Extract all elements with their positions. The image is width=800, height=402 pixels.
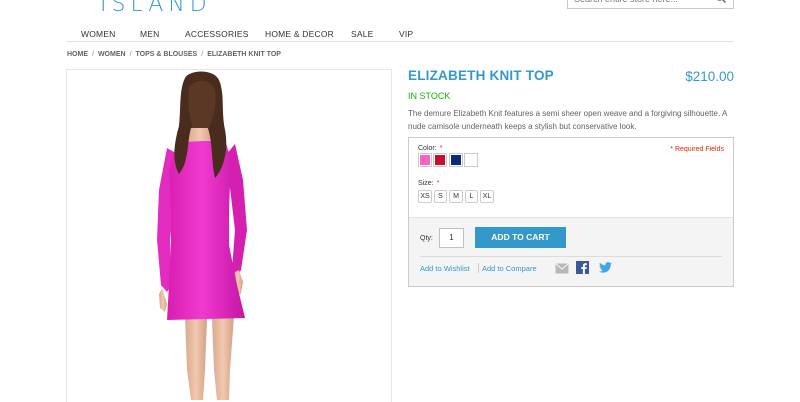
breadcrumb-women[interactable]: WOMEN [98,51,126,58]
store-logo[interactable]: ISLAND [100,0,212,17]
link-separator [478,263,479,273]
qty-label: Qty: [420,235,433,242]
size-xl[interactable]: XL [480,190,494,203]
search-box [567,0,734,9]
breadcrumb-home[interactable]: HOME [67,51,88,58]
size-m[interactable]: M [449,190,463,203]
product-options: Color: * * Required Fields Size: * XS S M … [408,137,734,287]
email-icon[interactable] [555,263,569,274]
main-nav: WOMEN MEN ACCESSORIES HOME & DECOR SALE … [66,25,734,42]
breadcrumb-separator: / [129,51,132,58]
size-xs[interactable]: XS [418,190,432,203]
color-label: Color: * [418,145,443,152]
product-description: The demure Elizabeth Knit features a sem… [408,109,727,131]
color-swatch-pink[interactable] [418,153,432,167]
breadcrumb-current: ELIZABETH KNIT TOP [207,51,281,58]
add-to-wishlist-link[interactable]: Add to Wishlist [420,264,470,273]
add-to-cart-area: Qty: 1 ADD TO CART Add to Wishlist Add t… [409,218,733,286]
options-selectors: Color: * * Required Fields Size: * XS S M … [409,138,733,218]
breadcrumb-separator: / [201,51,204,58]
qty-input[interactable]: 1 [439,228,464,248]
color-swatch-white[interactable] [464,153,478,167]
twitter-icon[interactable] [599,262,612,273]
nav-vip[interactable]: VIP [399,29,413,39]
required-star: * [439,145,443,152]
size-label: Size: * [418,180,440,187]
nav-home-decor[interactable]: HOME & DECOR [265,29,334,39]
product-image[interactable] [67,70,393,402]
product-title: ELIZABETH KNIT TOP [408,68,554,83]
breadcrumb: HOME / WOMEN / TOPS & BLOUSES / ELIZABETH KNIT… [67,51,281,58]
color-swatch-red[interactable] [433,153,447,167]
required-star: * [436,180,440,187]
nav-accessories[interactable]: ACCESSORIES [185,29,249,39]
color-swatch-navy[interactable] [449,153,463,167]
search-input[interactable] [568,0,708,9]
product-image-panel [66,69,392,402]
breadcrumb-separator: / [92,51,94,58]
nav-sale[interactable]: SALE [351,29,374,39]
required-fields-note: * Required Fields [670,146,724,153]
stock-status: IN STOCK [408,91,451,101]
add-to-compare-link[interactable]: Add to Compare [482,264,537,273]
facebook-icon[interactable] [576,261,589,274]
product-price: $210.00 [685,69,734,84]
breadcrumb-tops-blouses[interactable]: TOPS & BLOUSES [136,51,198,58]
divider [420,256,722,257]
size-l[interactable]: L [465,190,478,203]
search-icon[interactable] [714,0,728,5]
nav-men[interactable]: MEN [140,29,160,39]
nav-women[interactable]: WOMEN [81,29,116,39]
size-s[interactable]: S [434,190,447,203]
add-to-cart-button[interactable]: ADD TO CART [475,227,566,248]
